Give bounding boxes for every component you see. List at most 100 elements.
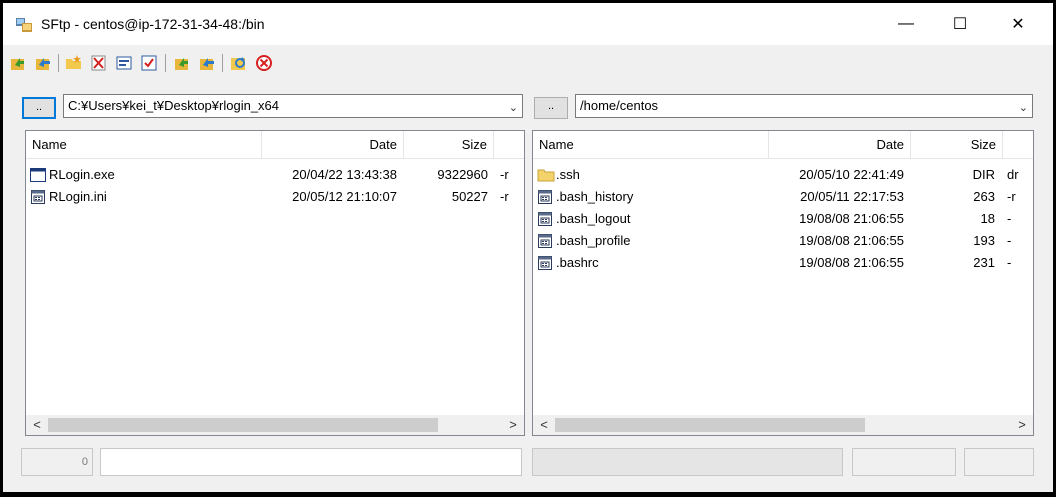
file-size: 263 — [973, 189, 995, 204]
file-name-cell: RLogin.exe — [30, 164, 260, 186]
file-name-cell: .bashrc — [537, 252, 767, 274]
chevron-down-icon[interactable]: ⌄ — [509, 97, 518, 117]
toolbar — [3, 49, 403, 79]
sftp-app-icon — [15, 17, 33, 33]
file-date: 19/08/08 21:06:55 — [799, 211, 904, 226]
file-date: 19/08/08 21:06:55 — [799, 255, 904, 270]
file-name: .bash_profile — [556, 233, 631, 248]
file-icon — [537, 211, 553, 227]
file-size: 9322960 — [437, 167, 488, 182]
file-name: RLogin.exe — [49, 167, 115, 182]
file-row[interactable]: .bash_logout 19/08/08 21:06:55 18- — [533, 208, 1033, 230]
maximize-button[interactable]: ☐ — [937, 3, 983, 45]
column-date-header[interactable]: Date — [262, 131, 404, 159]
column-date-header[interactable]: Date — [769, 131, 911, 159]
file-date: 20/05/12 21:10:07 — [292, 189, 397, 204]
file-size: DIR — [972, 167, 995, 182]
file-attributes: -r — [1007, 189, 1016, 204]
new-folder-icon[interactable] — [63, 52, 85, 74]
file-size: 18 — [980, 211, 995, 226]
toolbar-separator — [58, 54, 59, 72]
file-name-cell: .bash_history — [537, 186, 767, 208]
file-row[interactable]: .bashrc 19/08/08 21:06:55 231- — [533, 252, 1033, 274]
download-all-icon[interactable] — [196, 52, 218, 74]
file-name-cell: .bash_logout — [537, 208, 767, 230]
file-name: .ssh — [556, 167, 580, 182]
minimize-button[interactable]: — — [883, 3, 929, 45]
file-icon — [537, 189, 553, 205]
file-attributes: -r — [500, 167, 509, 182]
file-size: 50227 — [451, 189, 488, 204]
scrollbar-thumb[interactable] — [48, 418, 438, 432]
left-path-text: C:¥Users¥kei_t¥Desktop¥rlogin_x64 — [68, 98, 280, 113]
toolbar-separator — [222, 54, 223, 72]
file-icon — [537, 233, 553, 249]
column-size-header[interactable]: Size — [911, 131, 1003, 159]
cancel-icon[interactable] — [253, 52, 275, 74]
file-row[interactable]: .bash_profile 19/08/08 21:06:55 193- — [533, 230, 1033, 252]
upload-all-icon[interactable] — [32, 52, 54, 74]
toolbar-separator — [165, 54, 166, 72]
file-name-cell: .ssh — [537, 164, 767, 186]
download-icon[interactable] — [171, 52, 193, 74]
file-date: 20/04/22 13:43:38 — [292, 167, 397, 182]
left-parent-dir-button[interactable]: .. — [22, 97, 56, 119]
local-file-list[interactable]: Name Date Size RLogin.exe 20/04/22 13:43:… — [25, 130, 525, 436]
left-status-count: 0 — [21, 448, 93, 476]
file-name: .bash_history — [556, 189, 634, 204]
horizontal-scrollbar[interactable]: < > — [533, 415, 1033, 435]
folder-icon — [537, 167, 555, 183]
rename-icon[interactable] — [113, 52, 135, 74]
scroll-left-arrow[interactable]: < — [28, 415, 46, 435]
file-row[interactable]: RLogin.exe 20/04/22 13:43:38 9322960 -r — [26, 164, 524, 186]
right-parent-dir-button[interactable]: .. — [534, 97, 568, 119]
refresh-icon[interactable] — [228, 52, 250, 74]
right-progress-bar — [532, 448, 843, 476]
left-path-combo[interactable]: C:¥Users¥kei_t¥Desktop¥rlogin_x64 ⌄ — [63, 94, 523, 118]
file-attributes: - — [1007, 211, 1012, 226]
column-size-header[interactable]: Size — [404, 131, 494, 159]
file-attributes: - — [1007, 233, 1012, 248]
file-icon — [537, 255, 553, 271]
column-name-header[interactable]: Name — [26, 131, 262, 159]
window-title: SFtp - centos@ip-172-31-34-48:/bin — [41, 16, 265, 32]
file-date: 19/08/08 21:06:55 — [799, 233, 904, 248]
title-bar[interactable]: SFtp - centos@ip-172-31-34-48:/bin — ☐ ✕ — [3, 3, 1053, 45]
scrollbar-thumb[interactable] — [555, 418, 865, 432]
file-attributes: -r — [500, 189, 509, 204]
horizontal-scrollbar[interactable]: < > — [26, 415, 524, 435]
file-attributes: dr — [1007, 167, 1019, 182]
file-icon — [30, 189, 46, 205]
file-name: .bash_logout — [556, 211, 631, 226]
scroll-left-arrow[interactable]: < — [535, 415, 553, 435]
file-size: 231 — [973, 255, 995, 270]
exe-icon — [30, 167, 46, 183]
sftp-window: SFtp - centos@ip-172-31-34-48:/bin — ☐ ✕… — [3, 3, 1053, 492]
delete-icon[interactable] — [88, 52, 110, 74]
column-header: Name Date Size — [26, 131, 524, 159]
close-button[interactable]: ✕ — [995, 3, 1041, 45]
file-name: .bashrc — [556, 255, 599, 270]
file-attributes: - — [1007, 255, 1012, 270]
file-row[interactable]: .ssh 20/05/10 22:41:49 DIR dr — [533, 164, 1033, 186]
file-date: 20/05/11 22:17:53 — [800, 189, 904, 204]
right-status-field-2 — [964, 448, 1034, 476]
right-path-combo[interactable]: /home/centos ⌄ — [575, 94, 1033, 118]
file-date: 20/05/10 22:41:49 — [799, 167, 904, 182]
scroll-right-arrow[interactable]: > — [504, 415, 522, 435]
attributes-icon[interactable] — [138, 52, 160, 74]
column-name-header[interactable]: Name — [533, 131, 769, 159]
scroll-right-arrow[interactable]: > — [1013, 415, 1031, 435]
upload-icon[interactable] — [7, 52, 29, 74]
right-path-text: /home/centos — [580, 98, 659, 113]
file-name: RLogin.ini — [49, 189, 107, 204]
left-status-bar — [100, 448, 522, 476]
chevron-down-icon[interactable]: ⌄ — [1019, 97, 1028, 117]
remote-file-list[interactable]: Name Date Size .ssh 20/05/10 22:41:49 DIR d… — [532, 130, 1034, 436]
right-status-field — [852, 448, 956, 476]
file-name-cell: RLogin.ini — [30, 186, 260, 208]
file-size: 193 — [973, 233, 995, 248]
file-row[interactable]: .bash_history 20/05/11 22:17:53 263 -r — [533, 186, 1033, 208]
file-name-cell: .bash_profile — [537, 230, 767, 252]
file-row[interactable]: RLogin.ini 20/05/12 21:10:07 50227 -r — [26, 186, 524, 208]
